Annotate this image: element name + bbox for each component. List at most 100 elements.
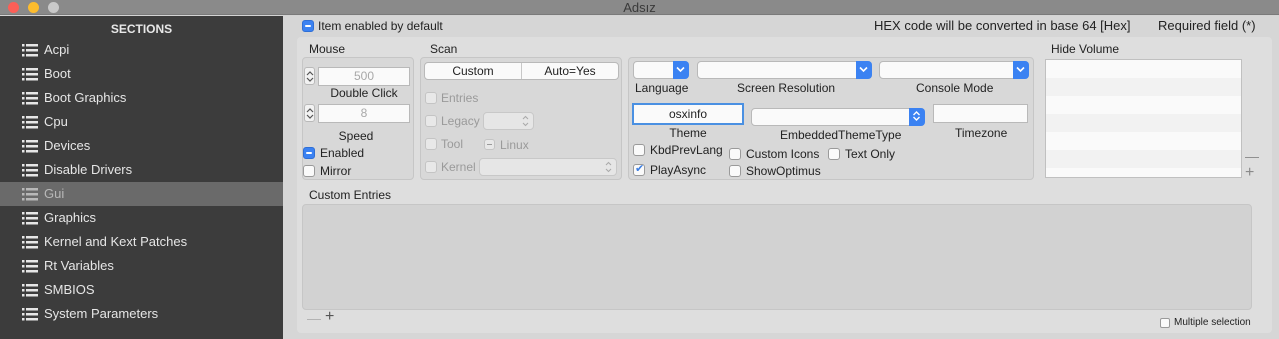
sidebar-item-system-parameters[interactable]: System Parameters [0, 302, 283, 326]
sidebar-item-label: Boot [44, 66, 71, 81]
timezone-field[interactable] [933, 104, 1028, 123]
sidebar-item-boot[interactable]: Boot [0, 62, 283, 86]
theme-label: Theme [669, 126, 707, 140]
list-icon [22, 44, 38, 57]
mouse-enabled-checkbox[interactable] [303, 147, 315, 159]
language-popup[interactable] [633, 61, 689, 79]
sidebar-item-label: Acpi [44, 42, 70, 57]
multiple-selection-label: Multiple selection [1174, 317, 1251, 328]
required-note: Required field (*) [1158, 18, 1256, 33]
custom-icons-checkbox[interactable] [729, 148, 741, 160]
list-row[interactable] [1046, 96, 1241, 114]
custom-entries-title: Custom Entries [309, 188, 392, 202]
theme-field[interactable]: osxinfo [632, 103, 744, 125]
kbd-prev-lang-label: KbdPrevLang [650, 143, 723, 157]
double-click-label: Double Click [330, 86, 398, 100]
chevron-down-icon [1013, 61, 1029, 79]
console-mode-label: Console Mode [916, 81, 994, 95]
play-async-checkbox[interactable]: ✔ [633, 163, 645, 176]
text-only-checkbox[interactable] [828, 148, 840, 160]
scan-legacy-checkbox[interactable] [425, 115, 437, 127]
sidebar-item-cpu[interactable]: Cpu [0, 110, 283, 134]
embedded-theme-type-popup[interactable] [751, 108, 925, 126]
list-icon [22, 116, 38, 129]
item-enabled-checkbox[interactable] [302, 20, 314, 32]
scan-mode-segmented-control[interactable]: Custom Auto=Yes [424, 62, 619, 80]
custom-entries-remove-button[interactable]: — [307, 310, 321, 326]
scan-entries-checkbox[interactable] [425, 92, 437, 104]
scan-kernel-label: Kernel [441, 160, 476, 174]
double-click-stepper[interactable] [304, 67, 315, 85]
sidebar-item-smbios[interactable]: SMBIOS [0, 278, 283, 302]
chevron-down-icon [856, 61, 872, 79]
hide-volume-add-button[interactable]: + [1245, 164, 1254, 182]
sidebar-item-label: Devices [44, 138, 91, 153]
text-only-label: Text Only [845, 147, 896, 161]
multiple-selection-checkbox[interactable] [1160, 318, 1170, 328]
show-optimus-checkbox[interactable] [729, 165, 741, 177]
list-row[interactable] [1046, 114, 1241, 132]
scan-legacy-popup[interactable] [483, 112, 534, 130]
list-row[interactable] [1046, 132, 1241, 150]
double-click-field[interactable]: 500 [318, 67, 410, 86]
show-optimus-label: ShowOptimus [746, 164, 821, 178]
scan-custom-segment[interactable]: Custom [425, 63, 521, 79]
mouse-mirror-checkbox[interactable] [303, 165, 315, 177]
list-icon [22, 164, 38, 177]
sections-header: SECTIONS [110, 22, 173, 36]
custom-entries-table[interactable] [302, 204, 1252, 310]
sidebar-item-label: SMBIOS [44, 282, 95, 297]
scan-tool-checkbox[interactable] [425, 138, 437, 150]
list-row[interactable] [1046, 150, 1241, 168]
scan-kernel-checkbox[interactable] [425, 161, 437, 173]
speed-stepper[interactable] [304, 104, 315, 122]
hex-note: HEX code will be converted in base 64 [H… [874, 18, 1131, 33]
mouse-mirror-label: Mirror [320, 164, 352, 178]
custom-icons-label: Custom Icons [746, 147, 820, 161]
timezone-label: Timezone [955, 126, 1008, 140]
list-icon [22, 212, 38, 225]
mouse-title: Mouse [309, 42, 346, 56]
sidebar-item-rt-variables[interactable]: Rt Variables [0, 254, 283, 278]
sidebar-item-devices[interactable]: Devices [0, 134, 283, 158]
hide-volume-title: Hide Volume [1051, 42, 1120, 56]
embedded-theme-type-label: EmbeddedThemeType [780, 128, 902, 142]
custom-entries-add-button[interactable]: + [325, 308, 334, 326]
sidebar-item-acpi[interactable]: Acpi [0, 38, 283, 62]
scan-kernel-popup[interactable] [479, 158, 617, 176]
scan-entries-label: Entries [441, 91, 479, 105]
sidebar-item-kernel-and-kext-patches[interactable]: Kernel and Kext Patches [0, 230, 283, 254]
kbd-prev-lang-checkbox[interactable] [633, 144, 645, 156]
list-icon [22, 92, 38, 105]
screen-resolution-popup[interactable] [697, 61, 872, 79]
speed-field[interactable]: 8 [318, 104, 410, 123]
hide-volume-remove-button[interactable]: — [1245, 148, 1259, 164]
sidebar-item-label: Cpu [44, 114, 68, 129]
sidebar-item-boot-graphics[interactable]: Boot Graphics [0, 86, 283, 110]
screen-resolution-label: Screen Resolution [737, 81, 836, 95]
sidebar-item-label: Kernel and Kext Patches [44, 234, 188, 249]
sidebar-item-graphics[interactable]: Graphics [0, 206, 283, 230]
hide-volume-list[interactable] [1045, 59, 1242, 178]
list-icon [22, 140, 38, 153]
console-mode-popup[interactable] [879, 61, 1029, 79]
list-row[interactable] [1046, 60, 1241, 78]
mouse-enabled-label: Enabled [320, 146, 365, 160]
scan-tool-label: Tool [441, 137, 464, 151]
scan-auto-segment[interactable]: Auto=Yes [521, 63, 618, 79]
play-async-label: PlayAsync [650, 163, 707, 177]
scan-title: Scan [430, 42, 458, 56]
list-icon [22, 188, 38, 201]
list-row[interactable] [1046, 78, 1241, 96]
sidebar-item-gui[interactable]: Gui [0, 182, 283, 206]
sidebar-item-label: Gui [44, 186, 65, 201]
sidebar-item-label: Graphics [44, 210, 97, 225]
scan-linux-checkbox[interactable] [484, 139, 495, 150]
sidebar-item-disable-drivers[interactable]: Disable Drivers [0, 158, 283, 182]
list-icon [22, 236, 38, 249]
list-icon [22, 260, 38, 273]
sidebar-item-label: Disable Drivers [44, 162, 133, 177]
sidebar-item-label: Rt Variables [44, 258, 114, 273]
sections-sidebar: SECTIONS Acpi Boot Boot Graphics Cpu Devices… [0, 16, 283, 339]
list-icon [22, 68, 38, 81]
